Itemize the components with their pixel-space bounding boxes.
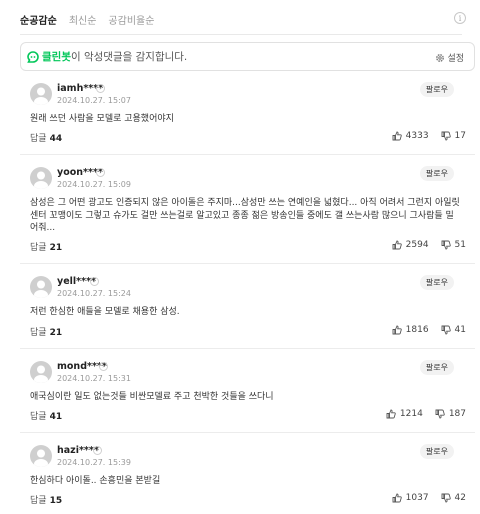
like-count: 1037 — [405, 493, 429, 503]
thumbs-up-icon — [386, 409, 396, 419]
dislike-button[interactable]: 42 — [441, 493, 466, 503]
like-count: 2594 — [405, 240, 429, 250]
reply-button[interactable]: 답글 21 — [30, 240, 62, 253]
cleanbot-icon — [27, 50, 39, 63]
reply-count: 21 — [49, 328, 63, 338]
thumbs-down-icon — [441, 493, 451, 503]
thumbs-down-icon — [435, 409, 445, 419]
avatar-placeholder-icon — [34, 171, 48, 189]
dislike-count: 17 — [454, 131, 466, 141]
sort-tabs: 순공감순 최신순 공감비율순 — [20, 12, 154, 27]
tab-sort-ratio[interactable]: 공감비율순 — [108, 12, 154, 27]
dislike-count: 187 — [448, 409, 466, 419]
gear-icon — [436, 53, 445, 62]
like-button[interactable]: 1816 — [392, 325, 429, 335]
divider — [20, 263, 475, 264]
thumbs-down-icon — [441, 240, 451, 250]
thumbs-down-icon — [441, 325, 451, 335]
avatar[interactable] — [30, 167, 52, 189]
like-button[interactable]: 1037 — [392, 493, 429, 503]
like-count: 1214 — [399, 409, 423, 419]
dislike-button[interactable]: 41 — [441, 325, 466, 335]
follow-button[interactable]: 팔로우 — [419, 82, 454, 97]
tab-sort-latest[interactable]: 최신순 — [69, 12, 97, 27]
divider — [20, 34, 462, 35]
divider — [20, 154, 475, 155]
comment-body: 원래 쓰던 사람을 모델로 고용했어야지 — [30, 114, 174, 124]
thumbs-up-icon — [392, 131, 402, 141]
reply-label: 답글 — [30, 243, 47, 253]
reply-count: 21 — [49, 243, 63, 253]
settings-label: 설정 — [447, 54, 464, 64]
chevron-right-icon[interactable]: › — [96, 84, 105, 93]
chevron-right-icon[interactable]: › — [96, 168, 105, 177]
avatar[interactable] — [30, 83, 52, 105]
like-count: 1816 — [405, 325, 429, 335]
comment-timestamp: 2024.10.27. 15:39 — [57, 458, 131, 467]
thumbs-down-icon — [441, 131, 451, 141]
reply-button[interactable]: 답글 21 — [30, 325, 62, 338]
dislike-count: 42 — [454, 493, 466, 503]
like-button[interactable]: 4333 — [392, 131, 429, 141]
reply-button[interactable]: 답글 41 — [30, 409, 62, 422]
reply-count: 15 — [49, 496, 63, 506]
follow-button[interactable]: 팔로우 — [419, 166, 454, 181]
reply-count: 44 — [49, 134, 63, 144]
vote-group: 2594 51 — [392, 240, 466, 250]
avatar-placeholder-icon — [34, 449, 48, 467]
dislike-button[interactable]: 51 — [441, 240, 466, 250]
comment-timestamp: 2024.10.27. 15:07 — [57, 96, 131, 105]
reply-count: 41 — [49, 412, 63, 422]
follow-button[interactable]: 팔로우 — [419, 444, 454, 459]
avatar-placeholder-icon — [34, 365, 48, 383]
chevron-right-icon[interactable]: › — [90, 277, 99, 286]
avatar[interactable] — [30, 276, 52, 298]
comment-body: 애국심이란 일도 없는것들 비싼모델료 주고 천박한 것들을 쓰다니 — [30, 392, 274, 402]
comment-body: 한심하다 아이돌.. 손흥민을 본받길 — [30, 476, 161, 486]
comment-body: 저런 한심한 애들을 모델로 채용한 삼성. — [30, 307, 180, 317]
comment-timestamp: 2024.10.27. 15:09 — [57, 180, 131, 189]
divider — [20, 432, 475, 433]
cleanbot-brand: 클린봇 — [42, 51, 71, 63]
cleanbot-banner: 클린봇 이 악성댓글을 감지합니다. 설정 — [20, 42, 475, 71]
reply-label: 답글 — [30, 496, 47, 506]
comment-body: 삼성은 그 어떤 광고도 인증되지 않은 아이돌은 주지마...삼성만 쓰는 연… — [30, 198, 460, 233]
like-count: 4333 — [405, 131, 429, 141]
reply-button[interactable]: 답글 15 — [30, 493, 62, 506]
comment-timestamp: 2024.10.27. 15:24 — [57, 289, 131, 298]
thumbs-up-icon — [392, 493, 402, 503]
cleanbot-text: 이 악성댓글을 감지합니다. — [70, 51, 188, 63]
vote-group: 1037 42 — [392, 493, 466, 503]
vote-group: 1816 41 — [392, 325, 466, 335]
reply-label: 답글 — [30, 134, 47, 144]
reply-label: 답글 — [30, 328, 47, 338]
comment-timestamp: 2024.10.27. 15:31 — [57, 374, 131, 383]
chevron-right-icon[interactable]: › — [99, 362, 108, 371]
vote-group: 4333 17 — [392, 131, 466, 141]
reply-button[interactable]: 답글 44 — [30, 131, 62, 144]
follow-button[interactable]: 팔로우 — [419, 360, 454, 375]
divider — [20, 348, 475, 349]
vote-group: 1214 187 — [386, 409, 466, 419]
avatar[interactable] — [30, 445, 52, 467]
like-button[interactable]: 1214 — [386, 409, 423, 419]
dislike-count: 51 — [454, 240, 466, 250]
tab-sort-sympathy[interactable]: 순공감순 — [20, 12, 57, 27]
info-icon[interactable]: i — [454, 12, 466, 24]
avatar[interactable] — [30, 361, 52, 383]
dislike-button[interactable]: 187 — [435, 409, 466, 419]
dislike-button[interactable]: 17 — [441, 131, 466, 141]
thumbs-up-icon — [392, 325, 402, 335]
dislike-count: 41 — [454, 325, 466, 335]
chevron-right-icon[interactable]: › — [93, 446, 102, 455]
avatar-placeholder-icon — [34, 87, 48, 105]
reply-label: 답글 — [30, 412, 47, 422]
like-button[interactable]: 2594 — [392, 240, 429, 250]
avatar-placeholder-icon — [34, 280, 48, 298]
thumbs-up-icon — [392, 240, 402, 250]
cleanbot-settings-button[interactable]: 설정 — [435, 51, 464, 64]
follow-button[interactable]: 팔로우 — [419, 275, 454, 290]
